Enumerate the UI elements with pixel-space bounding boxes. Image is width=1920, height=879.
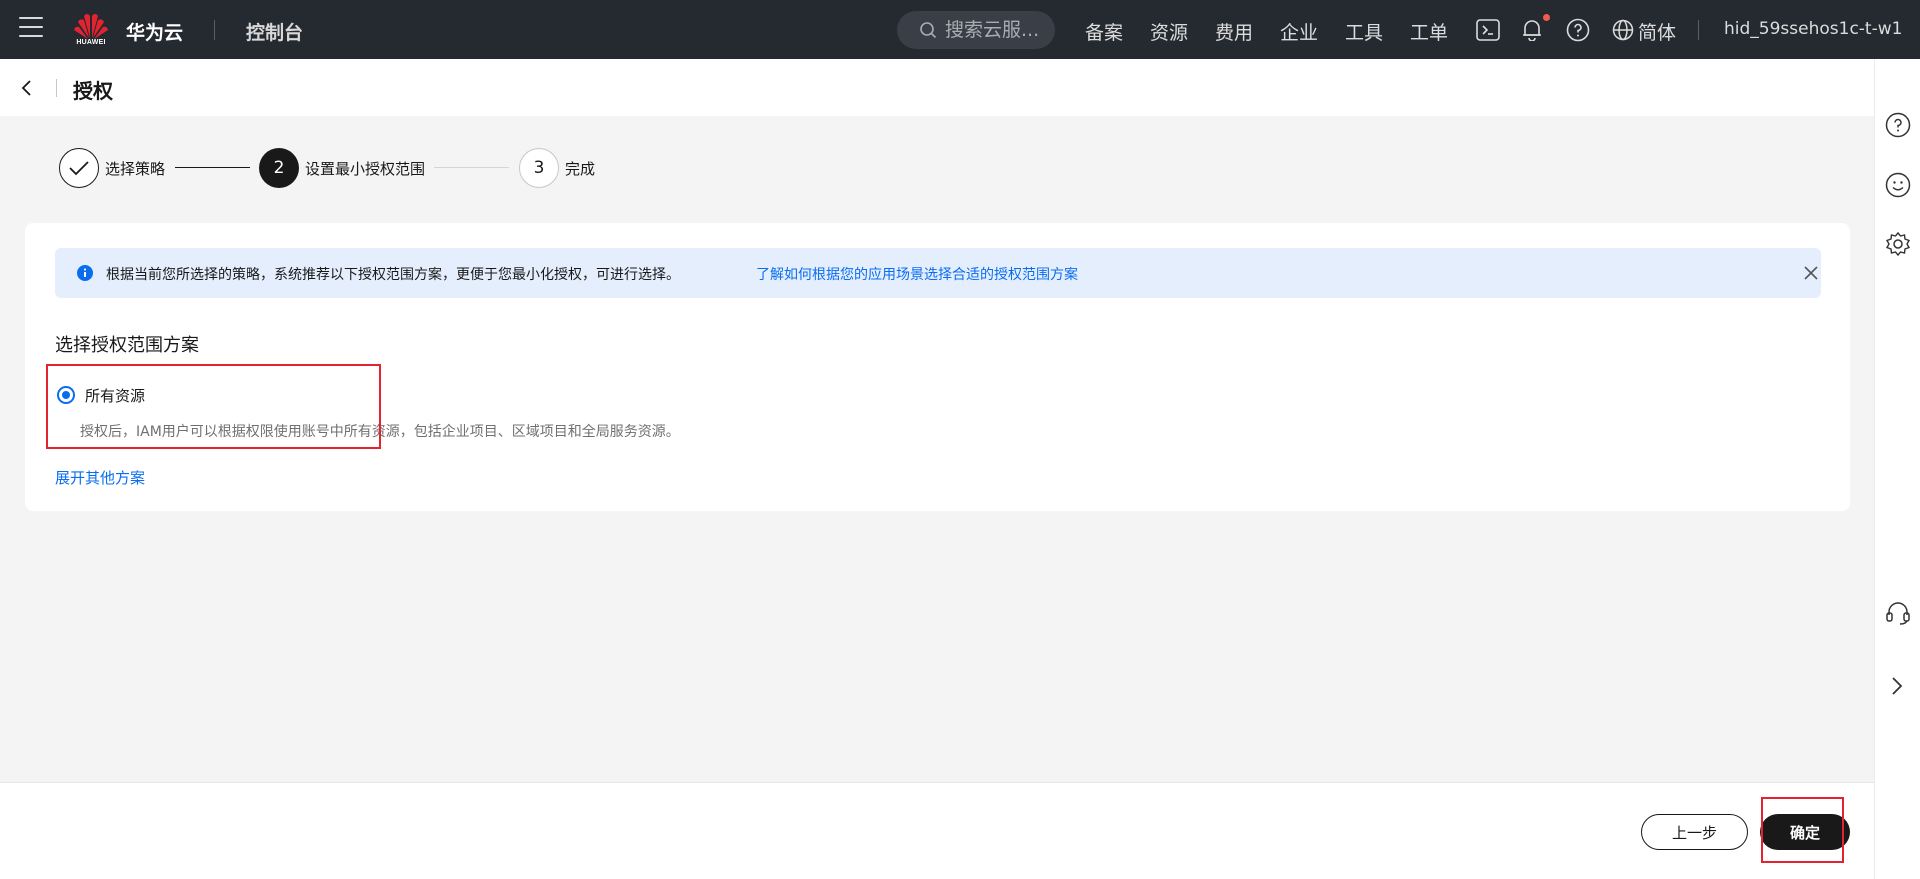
all-resources-description: 授权后，IAM用户可以根据权限使用账号中所有资源，包括企业项目、区域项目和全局服… [80,424,680,440]
step-1-done-circle [59,148,99,188]
bell-icon[interactable] [1521,17,1543,41]
right-toolbar [1874,59,1920,879]
divider [56,79,57,97]
step-3-pending-circle: 3 [519,148,559,188]
nav-tools[interactable]: 工具 [1345,18,1383,45]
search-input[interactable]: 搜索云服... [897,11,1055,49]
nav-billing[interactable]: 费用 [1215,18,1253,45]
check-icon [69,161,89,176]
previous-step-button[interactable]: 上一步 [1641,814,1748,850]
language-switch[interactable]: 简体 [1638,18,1676,45]
step-3-number: 3 [533,158,545,178]
nav-resources[interactable]: 资源 [1150,18,1188,45]
nav-enterprise[interactable]: 企业 [1280,18,1318,45]
step-3-label: 完成 [565,160,596,178]
close-icon[interactable] [1804,266,1818,280]
step-2-active-circle: 2 [259,148,299,188]
gear-icon[interactable] [1885,231,1911,257]
all-resources-label[interactable]: 所有资源 [85,385,145,406]
step-connector [175,167,250,168]
globe-icon[interactable] [1612,19,1634,41]
divider [214,20,215,40]
logo-text: HUAWEI [76,39,106,46]
notification-dot [1543,14,1550,21]
step-connector [434,167,509,168]
chevron-right-icon[interactable] [1889,675,1905,697]
console-link[interactable]: 控制台 [246,18,303,45]
info-icon [77,265,93,281]
smiley-feedback-icon[interactable] [1885,172,1911,198]
scope-card: 根据当前您所选择的策略，系统推荐以下授权范围方案，更便于您最小化授权，可进行选择… [25,223,1850,511]
help-icon[interactable] [1566,18,1590,42]
nav-filing[interactable]: 备案 [1085,18,1123,45]
notice-help-link[interactable]: 了解如何根据您的应用场景选择合适的授权范围方案 [756,264,1078,284]
all-resources-radio[interactable] [57,386,75,404]
expand-other-options-link[interactable]: 展开其他方案 [55,467,145,488]
nav-tickets[interactable]: 工单 [1410,18,1448,45]
confirm-button[interactable]: 确定 [1760,814,1850,850]
page-title: 授权 [73,79,113,103]
section-title: 选择授权范围方案 [55,335,199,356]
step-2-label: 设置最小授权范围 [305,160,426,178]
notice-text: 根据当前您所选择的策略，系统推荐以下授权范围方案，更便于您最小化授权，可进行选择… [106,267,680,283]
terminal-icon[interactable] [1476,19,1500,41]
top-nav-bar: HUAWEI 华为云 控制台 搜索云服... 备案 资源 费用 企业 工具 工单… [0,0,1920,59]
info-notice: 根据当前您所选择的策略，系统推荐以下授权范围方案，更便于您最小化授权，可进行选择… [55,248,1821,298]
brand-name[interactable]: 华为云 [126,18,183,45]
page-header: 授权 [0,59,1874,116]
divider [1698,20,1699,40]
step-2-number: 2 [273,158,285,178]
search-icon [920,22,937,39]
step-1-label: 选择策略 [105,160,166,178]
back-arrow-icon[interactable] [20,78,34,98]
headset-support-icon[interactable] [1885,600,1911,626]
search-placeholder: 搜索云服... [945,19,1040,41]
hamburger-menu-icon[interactable] [19,17,43,39]
user-account[interactable]: hid_59ssehos1c-t-w1 [1724,19,1902,39]
help-icon[interactable] [1885,112,1911,138]
footer-bar: 上一步 确定 [0,782,1874,879]
